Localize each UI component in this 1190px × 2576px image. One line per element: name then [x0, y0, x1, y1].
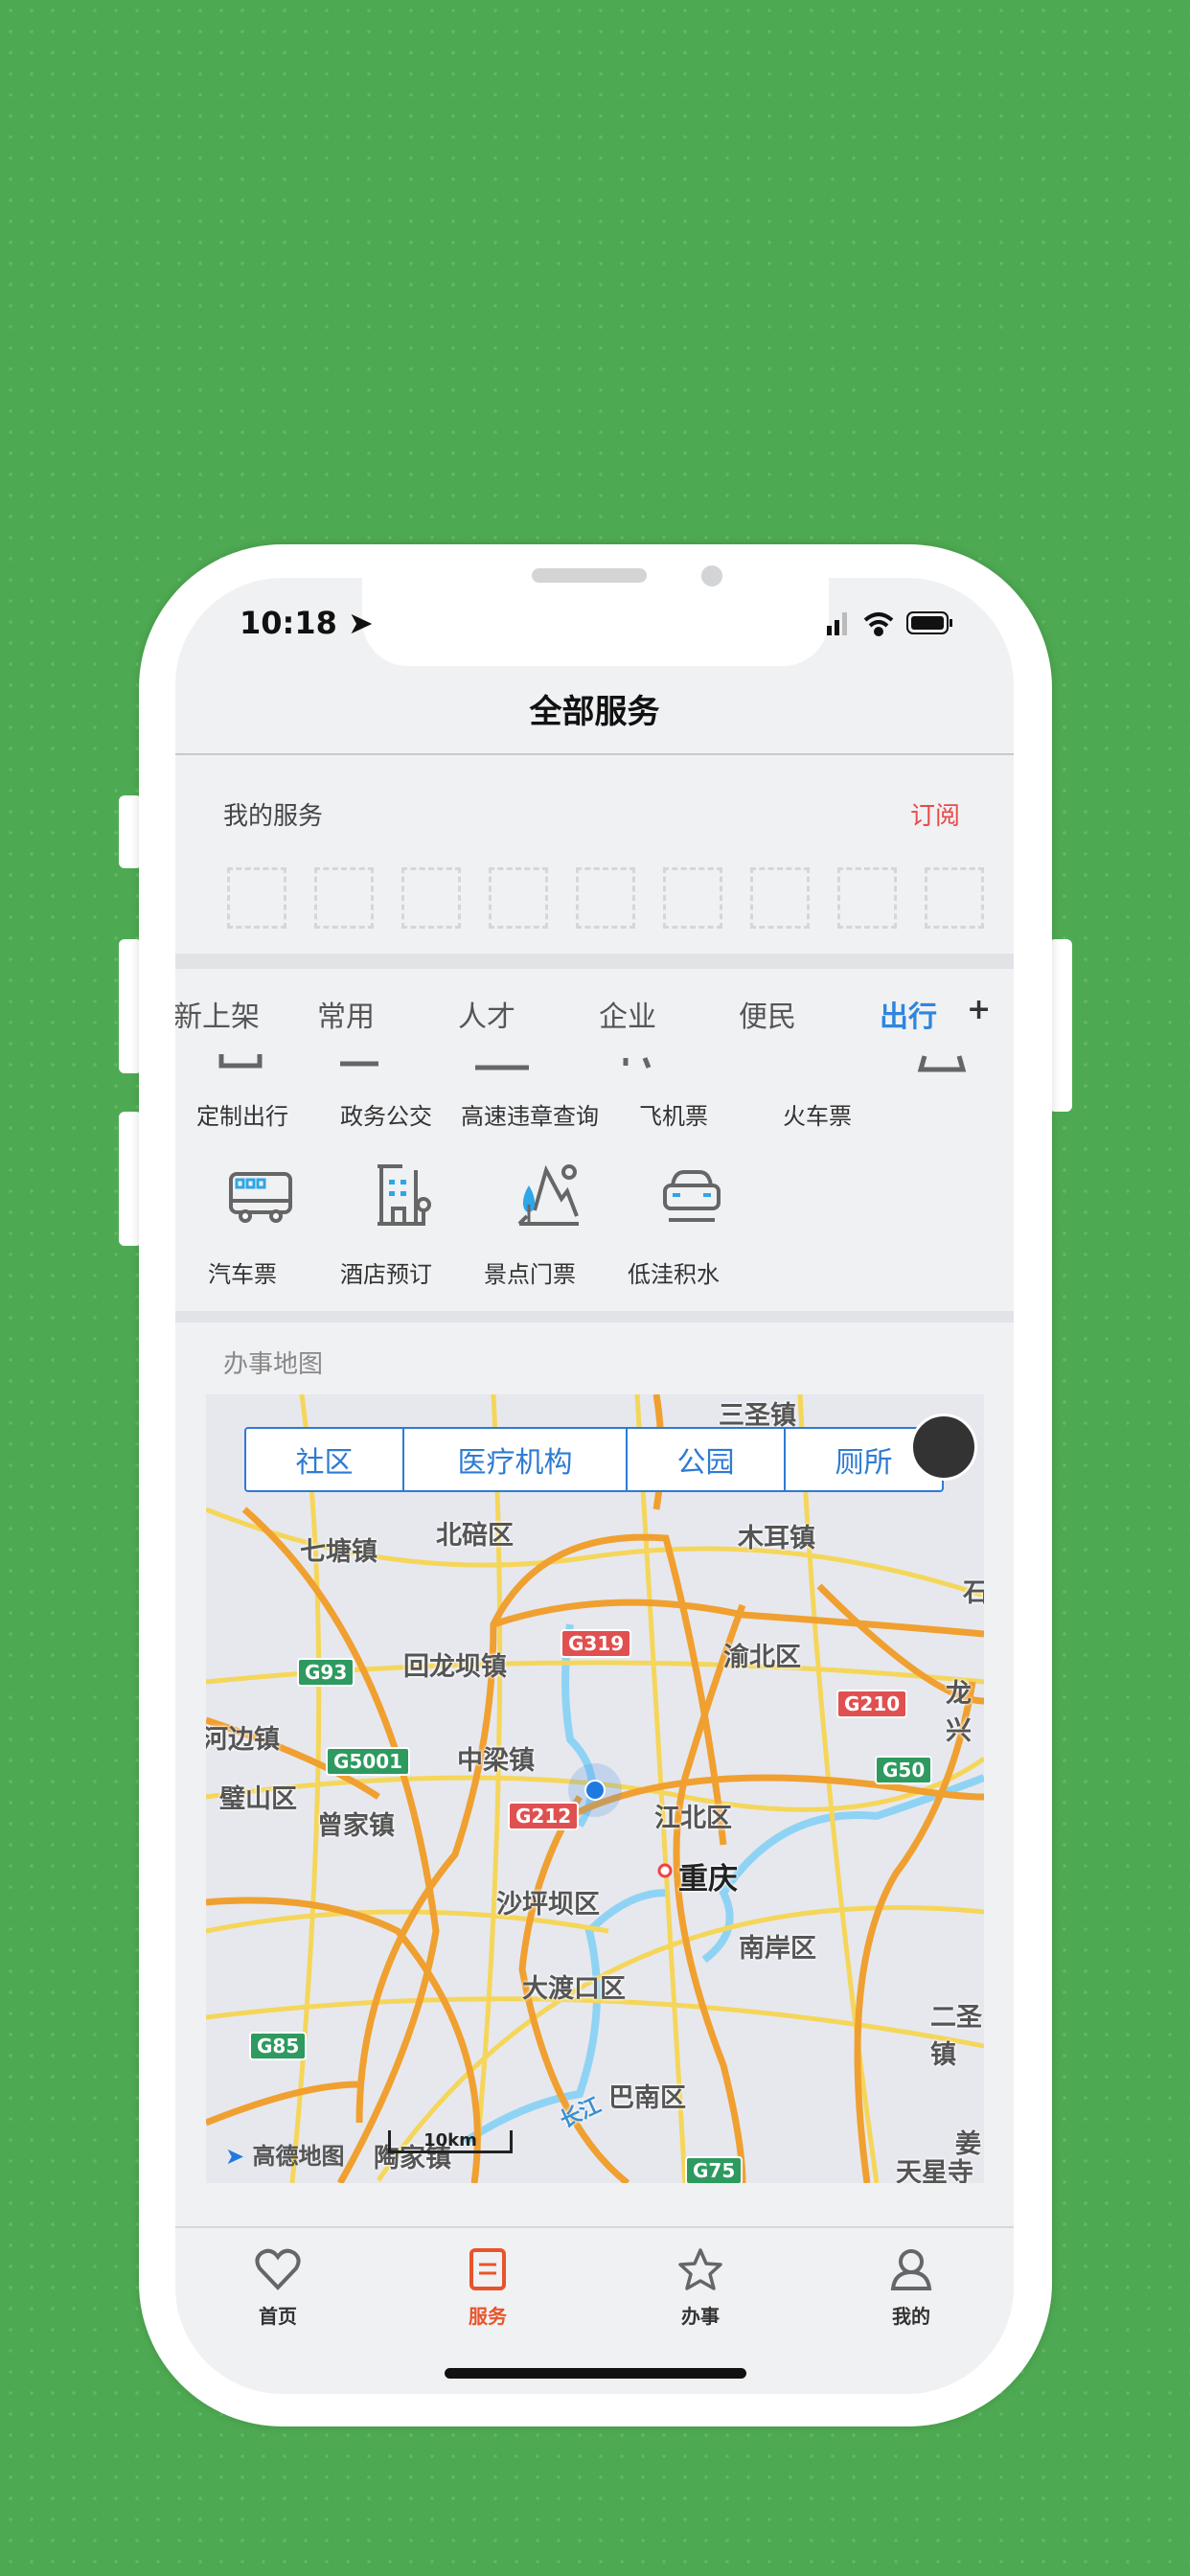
tab-mine[interactable]: 我的	[854, 2247, 969, 2329]
map-label: 重庆	[678, 1862, 738, 1897]
highway-shield: G5001	[326, 1747, 411, 1776]
bus-icon	[229, 1172, 292, 1223]
section-separator	[175, 954, 1014, 969]
map-label: 北碚区	[436, 1521, 514, 1551]
tab-enterprise[interactable]: 企业	[599, 993, 656, 1035]
map-label: 沙坪坝区	[496, 1890, 600, 1920]
map-label: 渝北区	[723, 1643, 801, 1672]
highway-shield: G212	[508, 1802, 580, 1830]
location-icon: ➤	[348, 605, 374, 641]
map-label: 巴南区	[608, 2083, 686, 2113]
map-label: 回龙坝镇	[403, 1652, 507, 1682]
service-slot	[489, 867, 548, 929]
battery-icon	[906, 611, 952, 634]
highway-shield: G93	[297, 1658, 355, 1687]
service-slot	[837, 867, 897, 929]
hotel-icon	[378, 1164, 431, 1226]
map-label: 曾家镇	[317, 1811, 395, 1841]
service-slot	[750, 867, 810, 929]
compass-icon[interactable]	[910, 1414, 977, 1481]
signal-icon	[827, 612, 847, 635]
highway-shield: G319	[561, 1629, 632, 1658]
highway-shield: G75	[685, 2156, 744, 2183]
tab-talent[interactable]: 人才	[458, 993, 515, 1035]
document-icon	[469, 2248, 506, 2290]
map-filter-bar: 社区 医疗机构 公园 厕所	[244, 1427, 944, 1492]
tab-convenience[interactable]: 便民	[739, 993, 796, 1035]
highway-shield: G85	[249, 2032, 308, 2060]
map-label: 南岸区	[739, 1934, 816, 1964]
service-custom-travel[interactable]: 定制出行	[175, 1097, 324, 1131]
service-scenic-ticket[interactable]: 景点门票	[448, 1255, 611, 1289]
tab-services[interactable]: 服务	[430, 2247, 545, 2329]
service-hotel[interactable]: 酒店预订	[305, 1255, 468, 1289]
map-label: 七塘镇	[300, 1537, 378, 1567]
tab-home[interactable]: 首页	[220, 2247, 335, 2329]
map-label: 大渡口区	[522, 1974, 626, 2004]
map-label: 天星寺镇	[896, 2158, 973, 2183]
scenic-icon	[517, 1164, 579, 1226]
notch	[362, 578, 829, 666]
my-services-label: 我的服务	[223, 802, 324, 831]
highway-shield: G50	[875, 1756, 933, 1784]
section-separator	[175, 1311, 1014, 1322]
star-icon	[678, 2248, 722, 2290]
city-marker	[657, 1863, 673, 1878]
service-slot	[925, 867, 984, 929]
map-label: 龙兴	[946, 1679, 972, 1746]
power-button	[1049, 939, 1072, 1112]
tab-affairs[interactable]: 办事	[643, 2247, 758, 2329]
heart-icon	[255, 2248, 301, 2290]
status-time: 10:18 ➤	[240, 605, 374, 641]
map-label: 璧山区	[219, 1784, 297, 1814]
service-flight[interactable]: 飞机票	[592, 1097, 755, 1131]
service-slot	[663, 867, 722, 929]
status-icons	[827, 611, 952, 636]
navigation-arrow-icon: ➤	[225, 2143, 245, 2170]
user-icon	[890, 2249, 932, 2290]
service-slot	[314, 867, 374, 929]
screen: 10:18 ➤ 全部服务 我的服务 订阅 新上架 常用 人才 企业 便民 出行 …	[175, 578, 1014, 2394]
map-label: 石	[963, 1578, 984, 1608]
service-waterlogging[interactable]: 低洼积水	[592, 1255, 755, 1289]
page-title: 全部服务	[529, 693, 660, 731]
add-tab-button[interactable]: +	[967, 993, 991, 1026]
filter-community[interactable]: 社区	[246, 1429, 404, 1490]
service-bus-ticket[interactable]: 汽车票	[175, 1255, 324, 1289]
filter-medical[interactable]: 医疗机构	[404, 1429, 628, 1490]
current-location-dot	[584, 1780, 606, 1801]
highway-shield: G210	[836, 1690, 908, 1718]
map-roads	[206, 1394, 984, 2183]
front-camera	[701, 565, 722, 586]
map-scale: 10km	[388, 2130, 513, 2153]
row1-icons-clipped	[175, 1054, 1014, 1073]
service-slot	[227, 867, 286, 929]
service-slot	[576, 867, 635, 929]
header-divider	[175, 753, 1014, 755]
service-slot	[401, 867, 461, 929]
service-map[interactable]: 三圣镇 北碚区 七塘镇 木耳镇 渝北区 回龙坝镇 龙兴 河边镇 中梁镇 江北区 …	[206, 1394, 984, 2183]
map-label: 中梁镇	[457, 1746, 535, 1776]
wifi-icon	[863, 612, 894, 636]
map-label: 河边镇	[206, 1725, 280, 1755]
map-attribution: ➤ 高德地图	[225, 2143, 345, 2170]
tab-travel[interactable]: 出行	[880, 993, 937, 1035]
tab-common[interactable]: 常用	[317, 993, 375, 1035]
speaker	[532, 568, 647, 583]
map-label: 二圣镇	[930, 2003, 982, 2070]
home-indicator[interactable]	[445, 2368, 746, 2379]
filter-park[interactable]: 公园	[628, 1429, 786, 1490]
tab-new[interactable]: 新上架	[175, 993, 260, 1035]
subscribe-button[interactable]: 订阅	[910, 796, 960, 832]
map-section-title: 办事地图	[223, 1350, 324, 1379]
service-train[interactable]: 火车票	[736, 1097, 899, 1131]
car-icon	[663, 1170, 721, 1222]
map-label: 木耳镇	[738, 1524, 815, 1553]
map-label: 江北区	[654, 1804, 732, 1833]
